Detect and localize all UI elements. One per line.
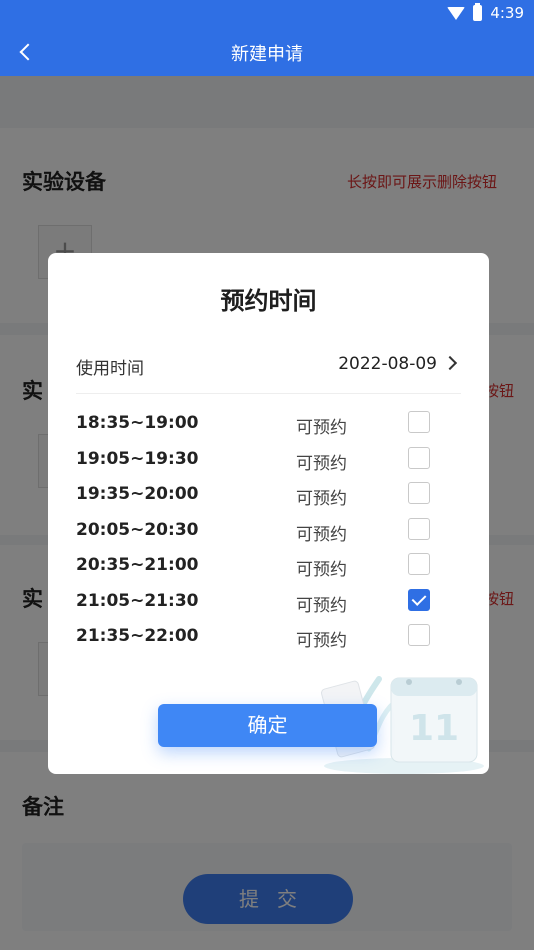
time-slot-row[interactable]: 19:05~19:30 可预约 bbox=[76, 442, 461, 476]
battery-icon bbox=[473, 3, 483, 21]
slot-time: 21:35~22:00 bbox=[76, 626, 199, 646]
slot-status: 可预约 bbox=[296, 453, 347, 474]
slot-status: 可预约 bbox=[296, 524, 347, 545]
slot-checkbox[interactable] bbox=[408, 411, 430, 433]
time-slot-row[interactable]: 21:05~21:30 可预约 bbox=[76, 584, 461, 618]
slot-checkbox[interactable] bbox=[408, 482, 430, 504]
slot-status: 可预约 bbox=[296, 418, 347, 438]
status-bar: 4:39 bbox=[0, 0, 534, 28]
slot-status: 可预约 bbox=[296, 489, 347, 509]
time-slot-list: 使用时间 2022-08-09 18:35~19:00 可预约 19:05~19… bbox=[48, 338, 489, 654]
slot-status: 可预约 bbox=[296, 560, 347, 580]
calendar-number: 11 bbox=[409, 708, 459, 749]
status-time: 4:39 bbox=[490, 4, 524, 22]
time-slot-row[interactable]: 20:05~20:30 可预约 bbox=[76, 513, 461, 547]
app-header: 新建申请 bbox=[0, 28, 534, 76]
slot-time: 19:35~20:00 bbox=[76, 484, 199, 504]
slot-status: 可预约 bbox=[296, 595, 347, 616]
date-selector[interactable]: 使用时间 2022-08-09 bbox=[76, 338, 461, 394]
chevron-right-icon bbox=[442, 355, 458, 371]
date-label: 使用时间 bbox=[76, 359, 144, 379]
time-slot-row[interactable]: 18:35~19:00 可预约 bbox=[76, 406, 461, 440]
slot-time: 20:05~20:30 bbox=[76, 519, 199, 540]
slot-checkbox[interactable] bbox=[408, 446, 430, 469]
reservation-time-dialog: 预约时间 使用时间 2022-08-09 18:35~19:00 可预约 19:… bbox=[48, 253, 489, 774]
slot-time: 20:35~21:00 bbox=[76, 555, 199, 575]
date-value: 2022-08-09 bbox=[338, 354, 437, 374]
slot-checkbox[interactable] bbox=[408, 517, 430, 540]
confirm-button[interactable]: 确定 bbox=[158, 704, 377, 747]
slot-checkbox[interactable] bbox=[408, 553, 430, 575]
dialog-title: 预约时间 bbox=[220, 287, 317, 315]
slot-time: 21:05~21:30 bbox=[76, 590, 199, 611]
slot-checkbox-checked[interactable] bbox=[408, 588, 430, 611]
slot-time: 18:35~19:00 bbox=[76, 413, 199, 433]
wifi-icon bbox=[447, 6, 466, 20]
time-slot-row[interactable]: 20:35~21:00 可预约 bbox=[76, 548, 461, 582]
slot-checkbox[interactable] bbox=[408, 624, 430, 646]
time-slot-row[interactable]: 19:35~20:00 可预约 bbox=[76, 477, 461, 511]
time-slot-row[interactable]: 21:35~22:00 可预约 bbox=[76, 619, 461, 653]
slot-status: 可预约 bbox=[296, 631, 347, 651]
slot-time: 19:05~19:30 bbox=[76, 448, 199, 469]
page-title: 新建申请 bbox=[231, 44, 303, 65]
